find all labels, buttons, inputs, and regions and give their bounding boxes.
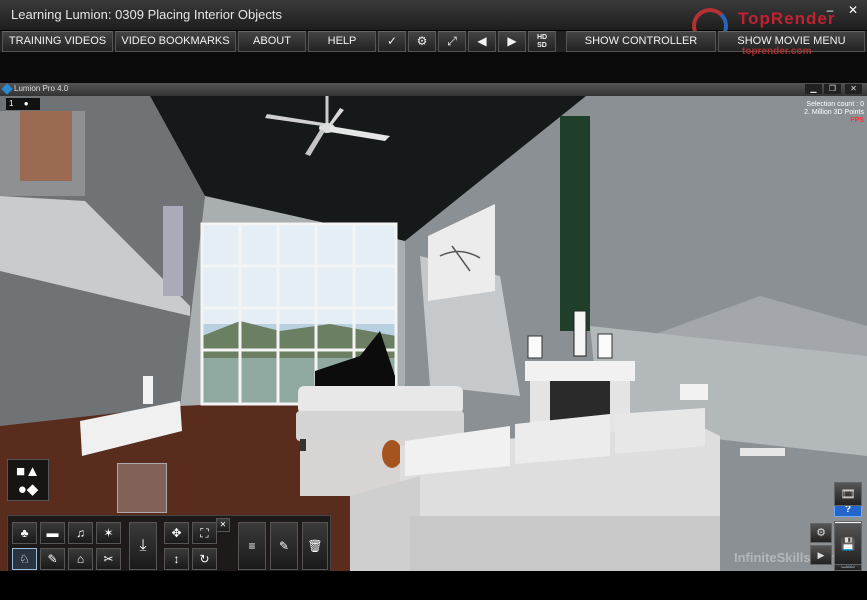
lumion-title-bar: Lumion Pro 4.0 ▁ ❐ ✕ [0, 83, 867, 96]
video-bookmarks-button[interactable]: VIDEO BOOKMARKS [115, 31, 236, 52]
app-window: Learning Lumion: 0309 Placing Interior O… [0, 0, 867, 600]
place-object-icon[interactable]: ⤓ [129, 522, 157, 570]
watermark-text: TopRender [738, 9, 836, 28]
layer-number: 1 [9, 99, 14, 108]
move-icon[interactable]: ✥ [164, 522, 189, 544]
hd-label: HD [536, 34, 548, 41]
fireplace-mantel [525, 361, 635, 381]
sd-label: SD [537, 42, 547, 49]
lumion-logo-icon [1, 83, 13, 95]
selected-object-thumbnail[interactable] [117, 463, 167, 513]
object-library-panel: ♣ ▬ ♫ ✶ ♘ ✎ ⌂ ✂ ⤓ ✥ ⛶ ✕ ↕ ↻ ≡ ✎ 🗑 [7, 515, 331, 571]
lamp [680, 384, 708, 400]
shapes-button[interactable]: ■▲ ●◆ [7, 459, 49, 501]
settings-gear-icon[interactable]: ⚙ [810, 523, 832, 543]
play-icon[interactable]: ▶ [810, 545, 832, 565]
close-button[interactable]: ✕ [845, 3, 861, 17]
green-curtain [560, 116, 590, 331]
delete-icon[interactable]: 🗑 [302, 522, 328, 570]
close-icon[interactable]: ✕ [216, 518, 230, 532]
side-table [740, 448, 785, 456]
rotate-icon[interactable]: ↻ [192, 548, 217, 570]
menu-bar: TRAINING VIDEOS VIDEO BOOKMARKS ABOUT HE… [0, 31, 867, 52]
lumion-window-title: Lumion Pro 4.0 [14, 84, 69, 93]
coffee-table [382, 440, 402, 468]
loft-glass [163, 206, 183, 296]
show-controller-button[interactable]: SHOW CONTROLLER [566, 31, 716, 52]
indoor-chair-icon[interactable]: ♘ [12, 548, 37, 570]
eye-icon: ● [23, 99, 29, 108]
training-videos-button[interactable]: TRAINING VIDEOS [2, 31, 113, 52]
point-count: 2. Million 3D Points [804, 109, 864, 116]
movie-mode-icon[interactable]: 🎞 [834, 482, 862, 506]
fps-readout: FPS [850, 117, 864, 124]
nature-icon[interactable]: ♣ [12, 522, 37, 544]
hud-stats: Selection count : 0 2. Million 3D Points… [804, 101, 864, 125]
next-icon[interactable]: ▶ [498, 31, 526, 52]
photo-frame [597, 333, 613, 359]
vase [143, 376, 153, 404]
window-title: Learning Lumion: 0309 Placing Interior O… [11, 7, 282, 22]
layer-visibility[interactable]: 1 ● [6, 98, 40, 110]
photo-frame [573, 310, 587, 357]
title-bar: Learning Lumion: 0309 Placing Interior O… [0, 0, 867, 44]
selection-count: Selection count : 0 [806, 101, 864, 108]
loft-painting [20, 111, 72, 181]
buildings-icon[interactable]: ⌂ [68, 548, 93, 570]
lumion-restore-button[interactable]: ❐ [824, 84, 841, 94]
bottom-letterbox [0, 571, 867, 600]
lumion-window: Lumion Pro 4.0 ▁ ❐ ✕ 1 ● Selection count… [0, 83, 867, 571]
lumion-close-button[interactable]: ✕ [845, 84, 862, 94]
edit-icon[interactable]: ✎ [270, 522, 298, 570]
effects-icon[interactable]: ✶ [96, 522, 121, 544]
transport-icon[interactable]: ▬ [40, 522, 65, 544]
save-icon[interactable]: 💾 [834, 523, 862, 565]
check-icon[interactable]: ✓ [378, 31, 406, 52]
3d-viewport[interactable]: 1 ● Selection count : 0 2. Million 3D Po… [0, 96, 867, 571]
fullscreen-icon[interactable]: ⤢ [438, 31, 466, 52]
sound-icon[interactable]: ♫ [68, 522, 93, 544]
height-icon[interactable]: ↕ [164, 548, 189, 570]
photo-frame [527, 335, 543, 359]
properties-icon[interactable]: ≡ [238, 522, 266, 570]
help-button[interactable]: HELP [308, 31, 376, 52]
lumion-minimize-button[interactable]: ▁ [805, 84, 822, 94]
gear-icon[interactable]: ⚙ [408, 31, 436, 52]
watermark-subtext: toprender.com [742, 46, 812, 57]
previous-icon[interactable]: ◀ [468, 31, 496, 52]
resize-icon[interactable]: ⛶ [192, 522, 217, 544]
about-button[interactable]: ABOUT [238, 31, 306, 52]
people-icon[interactable]: ✎ [40, 548, 65, 570]
utilities-icon[interactable]: ✂ [96, 548, 121, 570]
hd-sd-toggle[interactable]: HD SD [528, 31, 556, 52]
